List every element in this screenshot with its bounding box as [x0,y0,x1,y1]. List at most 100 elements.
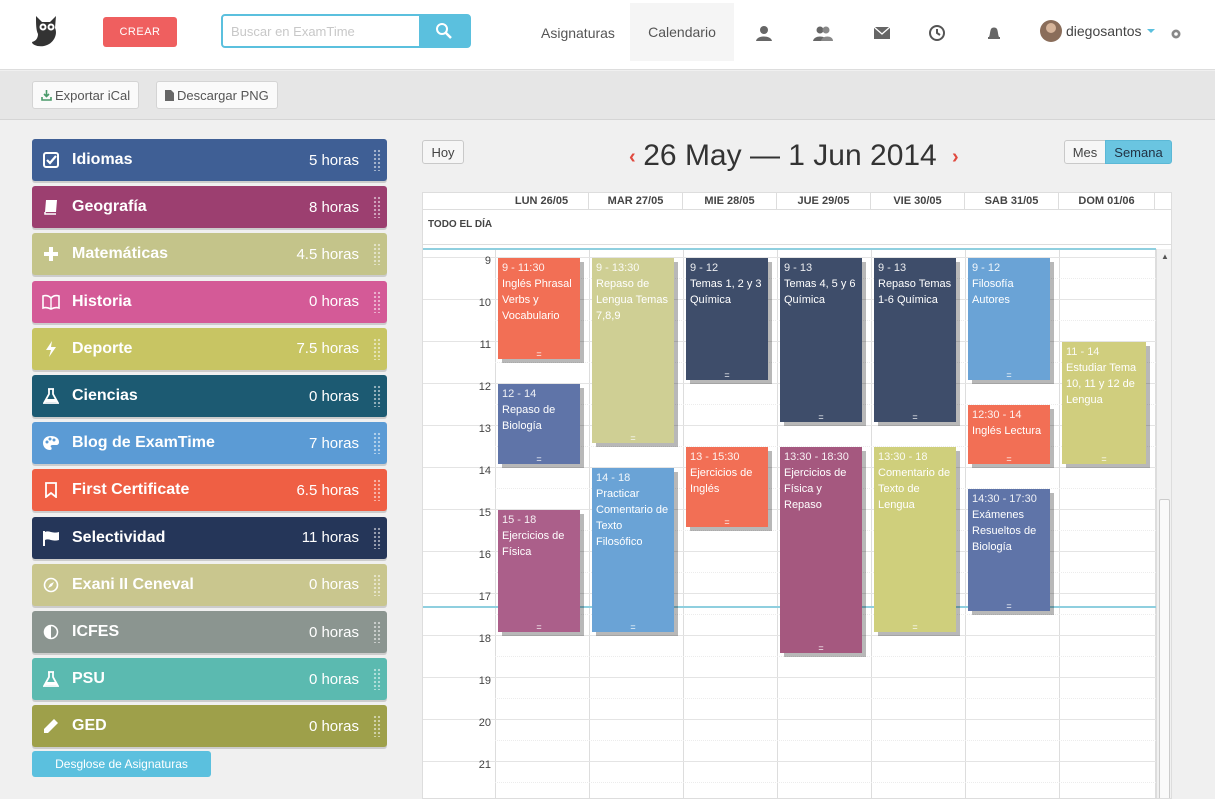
group-icon[interactable] [812,24,834,42]
resize-handle-icon[interactable]: = [968,371,1050,380]
event-time: 12 - 14 [502,388,537,400]
day-column-divider [495,249,496,798]
subject-name: Historia [72,292,132,310]
day-column-divider [777,249,778,798]
mail-icon[interactable] [872,24,892,42]
resize-handle-icon[interactable]: = [498,623,580,632]
calendar-event[interactable]: 9 - 13:30 Repaso de Lengua Temas 7,8,9 = [592,258,674,443]
hour-line [423,677,1156,678]
day-header: VIE 30/05 [871,193,965,209]
calendar-event[interactable]: 9 - 13 Repaso Temas 1-6 Química = [874,258,956,422]
half-hour-line [495,782,1156,783]
gear-icon[interactable] [1170,27,1182,39]
nav-asignaturas[interactable]: Asignaturas [541,0,615,66]
bell-icon[interactable] [984,24,1004,42]
drag-handle-icon[interactable] [373,196,381,219]
calendar-event[interactable]: 13:30 - 18 Comentario de Texto de Lengua = [874,447,956,632]
day-header: MAR 27/05 [589,193,683,209]
drag-handle-icon[interactable] [373,149,381,171]
drag-handle-icon[interactable] [373,385,381,407]
subject-idiomas[interactable]: Idiomas 5 horas [32,139,387,181]
time-grid: ▲ 9 10 11 12 13 14 15 16 17 18 19 20 21 9 - 11:30 Ingl… [423,248,1171,798]
half-hour-line [495,698,1156,699]
subject-icfes[interactable]: ICFES 0 horas [32,611,387,653]
subject-exani-ii-ceneval[interactable]: Exani II Ceneval 0 horas [32,563,387,606]
export-ical-button[interactable]: Exportar iCal [32,81,140,109]
subject-geograf-a[interactable]: Geografía 8 horas [32,186,387,229]
examtime-owl-logo[interactable] [30,14,62,48]
resize-handle-icon[interactable]: = [780,413,862,422]
subject-selectividad[interactable]: Selectividad 11 horas [32,516,387,559]
subject-blog-de-examtime[interactable]: Blog de ExamTime 7 horas [32,422,387,465]
drag-handle-icon[interactable] [373,526,381,549]
resize-handle-icon[interactable]: = [968,602,1050,611]
resize-handle-icon[interactable]: = [592,434,674,443]
drag-handle-icon[interactable] [373,243,381,266]
resize-handle-icon[interactable]: = [498,350,580,359]
search-button[interactable] [419,16,469,46]
event-time: 9 - 11:30 [502,262,545,274]
today-button[interactable]: Hoy [422,140,464,164]
file-icon [165,89,174,101]
calendar-event[interactable]: 9 - 11:30 Inglés Phrasal Verbs y Vocabula… [498,258,580,359]
history-icon[interactable] [927,24,947,42]
resize-handle-icon[interactable]: = [498,455,580,464]
drag-handle-icon[interactable] [373,573,381,596]
event-title: Ejercicios de Física [502,530,565,558]
hour-label: 11 [479,339,491,351]
all-day-label: TODO EL DÍA [428,219,493,230]
calendar-event[interactable]: 12 - 14 Repaso de Biología = [498,384,580,464]
drag-handle-icon[interactable] [373,668,381,691]
resize-handle-icon[interactable]: = [686,371,768,380]
calendar-event[interactable]: 13:30 - 18:30 Ejercicios de Física y Repa… [780,447,862,653]
resize-handle-icon[interactable]: = [780,644,862,653]
scroll-up-icon[interactable]: ▲ [1161,252,1169,261]
crear-button[interactable]: CREAR [103,17,177,47]
subject-first-certificate[interactable]: First Certificate 6.5 horas [32,469,387,512]
drag-handle-icon[interactable] [373,337,381,360]
resize-handle-icon[interactable]: = [1062,455,1146,464]
drag-handle-icon[interactable] [373,621,381,643]
drag-handle-icon[interactable] [373,479,381,502]
calendar-event[interactable]: 15 - 18 Ejercicios de Física = [498,510,580,632]
subject-ciencias[interactable]: Ciencias 0 horas [32,375,387,417]
calendar-event[interactable]: 9 - 12 Filosofía Autores = [968,258,1050,380]
resize-handle-icon[interactable]: = [874,413,956,422]
view-week-button[interactable]: Semana [1105,140,1172,164]
hour-label: 13 [478,423,491,435]
resize-handle-icon[interactable]: = [592,623,674,632]
subject-deporte[interactable]: Deporte 7.5 horas [32,327,387,370]
event-title: Practicar Comentario de Texto Filosófico [596,488,669,548]
resize-handle-icon[interactable]: = [968,455,1050,464]
subject-matem-ticas[interactable]: Matemáticas 4.5 horas [32,233,387,276]
user-menu[interactable]: diegosantos [1040,20,1155,42]
drag-handle-icon[interactable] [373,290,381,313]
view-month-button[interactable]: Mes [1064,140,1106,164]
chevron-down-icon [1146,29,1155,33]
resize-handle-icon[interactable]: = [686,518,768,527]
subject-ged[interactable]: GED 0 horas [32,705,387,748]
search-input[interactable] [223,16,419,46]
subject-historia[interactable]: Historia 0 horas [32,280,387,323]
hour-label: 10 [478,297,491,309]
subject-hours: 8 horas [308,198,359,216]
calendar-event[interactable]: 14:30 - 17:30 Exámenes Resueltos de Biolo… [968,489,1050,611]
calendar-event[interactable]: 9 - 12 Temas 1, 2 y 3 Química = [686,258,768,380]
prev-week-icon[interactable]: ‹ [629,146,636,169]
calendar-event[interactable]: 9 - 13 Temas 4, 5 y 6 Química = [780,258,862,422]
desglose-button[interactable]: Desglose de Asignaturas [32,751,211,777]
calendar-event[interactable]: 11 - 14 Estudiar Tema 10, 11 y 12 de Leng… [1062,342,1146,464]
subject-psu[interactable]: PSU 0 horas [32,658,387,701]
scroll-thumb[interactable] [1159,499,1170,798]
calendar-event[interactable]: 12:30 - 14 Inglés Lectura = [968,405,1050,464]
next-week-icon[interactable]: › [952,146,959,169]
calendar-event[interactable]: 13 - 15:30 Ejercicios de Inglés = [686,447,768,527]
drag-handle-icon[interactable] [373,715,381,738]
download-png-button[interactable]: Descargar PNG [156,81,278,109]
nav-calendario[interactable]: Calendario [630,3,734,61]
calendar-event[interactable]: 14 - 18 Practicar Comentario de Texto Fil… [592,468,674,632]
drag-handle-icon[interactable] [373,432,381,455]
calendar-scrollbar[interactable]: ▲ [1156,249,1171,798]
user-icon[interactable] [754,24,774,42]
resize-handle-icon[interactable]: = [874,623,956,632]
